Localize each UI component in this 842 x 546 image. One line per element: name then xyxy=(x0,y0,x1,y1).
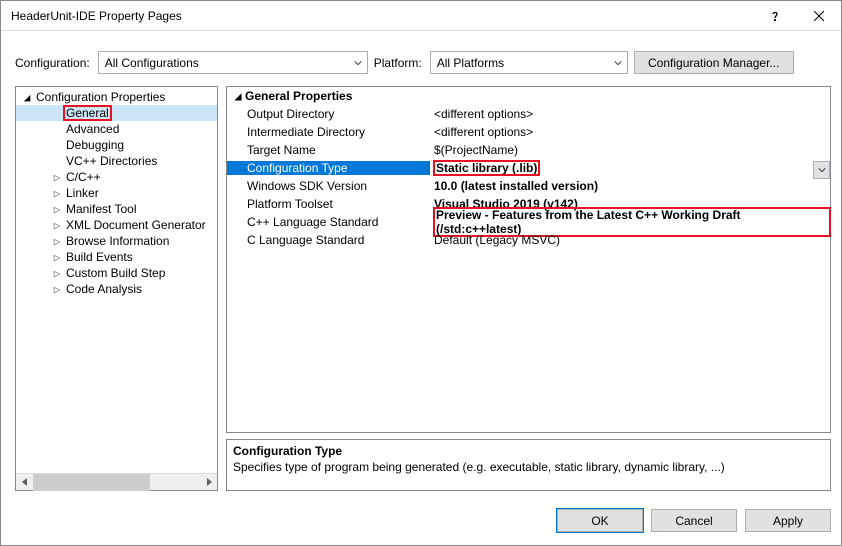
expand-icon[interactable]: ▷ xyxy=(50,251,64,264)
tree-panel: ◢ Configuration Properties General Advanc… xyxy=(15,86,218,491)
configuration-manager-button[interactable]: Configuration Manager... xyxy=(634,51,794,74)
ok-button[interactable]: OK xyxy=(557,509,643,532)
tree-item[interactable]: ▷Linker xyxy=(16,185,217,201)
property-row[interactable]: Configuration Type Static library (.lib) xyxy=(227,159,830,177)
expand-icon[interactable]: ▷ xyxy=(50,267,64,280)
config-combo-value: All Configurations xyxy=(105,56,349,70)
property-value-text: <different options> xyxy=(434,107,533,121)
property-value[interactable]: <different options> xyxy=(430,125,830,139)
chevron-down-icon xyxy=(609,52,627,73)
tree: ◢ Configuration Properties General Advanc… xyxy=(16,87,217,473)
chevron-down-icon xyxy=(349,52,367,73)
tree-item-label: XML Document Generator xyxy=(64,218,208,232)
apply-label: Apply xyxy=(773,514,803,528)
scroll-thumb[interactable] xyxy=(33,474,150,491)
description-body: Specifies type of program being generate… xyxy=(233,460,824,474)
grid-header-label: General Properties xyxy=(245,89,352,103)
property-name: Target Name xyxy=(227,143,430,157)
help-button[interactable] xyxy=(753,1,797,31)
tree-item-label: VC++ Directories xyxy=(64,154,159,168)
expand-icon[interactable]: ▷ xyxy=(50,203,64,216)
tree-item[interactable]: ▷Manifest Tool xyxy=(16,201,217,217)
property-value[interactable]: Static library (.lib) xyxy=(430,161,830,175)
tree-item[interactable]: VC++ Directories xyxy=(16,153,217,169)
property-row[interactable]: C Language Standard Default (Legacy MSVC) xyxy=(227,231,830,249)
cancel-label: Cancel xyxy=(675,514,712,528)
expand-icon[interactable]: ▷ xyxy=(50,171,64,184)
tree-item-label: Linker xyxy=(64,186,101,200)
property-row[interactable]: Target Name $(ProjectName) xyxy=(227,141,830,159)
property-row[interactable]: Intermediate Directory <different options… xyxy=(227,123,830,141)
expand-icon[interactable]: ▷ xyxy=(50,283,64,296)
titlebar: HeaderUnit-IDE Property Pages xyxy=(1,1,841,31)
tree-item[interactable]: Advanced xyxy=(16,121,217,137)
property-value-text: Default (Legacy MSVC) xyxy=(434,233,560,247)
tree-item[interactable]: ▷Code Analysis xyxy=(16,281,217,297)
expand-icon[interactable]: ▷ xyxy=(50,187,64,200)
tree-item[interactable]: ▷Custom Build Step xyxy=(16,265,217,281)
horizontal-scrollbar[interactable] xyxy=(16,473,217,490)
property-value[interactable]: Default (Legacy MSVC) xyxy=(430,233,830,247)
tree-item-label: Custom Build Step xyxy=(64,266,167,280)
tree-item[interactable]: Debugging xyxy=(16,137,217,153)
scroll-track[interactable] xyxy=(33,474,200,491)
collapse-icon[interactable]: ◢ xyxy=(20,91,34,104)
property-value-text: $(ProjectName) xyxy=(434,143,518,157)
grid-header[interactable]: ◢ General Properties xyxy=(227,87,830,105)
tree-item-label: Advanced xyxy=(64,122,121,136)
property-row[interactable]: Windows SDK Version 10.0 (latest installe… xyxy=(227,177,830,195)
tree-item-label: Code Analysis xyxy=(64,282,144,296)
tree-item[interactable]: ▷Browse Information xyxy=(16,233,217,249)
expand-icon[interactable]: ▷ xyxy=(50,219,64,232)
scroll-right-icon[interactable] xyxy=(200,474,217,491)
tree-root[interactable]: ◢ Configuration Properties xyxy=(16,89,217,105)
property-value-text: 10.0 (latest installed version) xyxy=(434,179,598,193)
property-value[interactable]: <different options> xyxy=(430,107,830,121)
tree-item-label: Debugging xyxy=(64,138,126,152)
tree-item[interactable]: General xyxy=(16,105,217,121)
scroll-left-icon[interactable] xyxy=(16,474,33,491)
property-name: Intermediate Directory xyxy=(227,125,430,139)
property-row[interactable]: C++ Language StandardPreview - Features … xyxy=(227,213,830,231)
close-button[interactable] xyxy=(797,1,841,31)
property-name: C Language Standard xyxy=(227,233,430,247)
platform-combo-value: All Platforms xyxy=(437,56,609,70)
tree-item-label: Build Events xyxy=(64,250,135,264)
tree-item-label: Browse Information xyxy=(64,234,171,248)
property-name: Configuration Type xyxy=(227,161,430,175)
footer: OK Cancel Apply xyxy=(1,499,841,544)
property-name: C++ Language Standard xyxy=(227,215,430,229)
right-column: ◢ General Properties Output Directory <di… xyxy=(226,86,831,491)
collapse-icon[interactable]: ◢ xyxy=(231,89,245,103)
config-label: Configuration: xyxy=(15,56,90,70)
tree-item[interactable]: ▷C/C++ xyxy=(16,169,217,185)
tree-root-label: Configuration Properties xyxy=(34,90,167,104)
tree-item-label: C/C++ xyxy=(64,170,103,184)
apply-button[interactable]: Apply xyxy=(745,509,831,532)
cancel-button[interactable]: Cancel xyxy=(651,509,737,532)
property-value[interactable]: 10.0 (latest installed version) xyxy=(430,179,830,193)
property-value-text: Static library (.lib) xyxy=(434,161,539,175)
property-row[interactable]: Output Directory <different options> xyxy=(227,105,830,123)
tree-item-label: Manifest Tool xyxy=(64,202,138,216)
platform-label: Platform: xyxy=(374,56,422,70)
property-name: Output Directory xyxy=(227,107,430,121)
tree-item[interactable]: ▷Build Events xyxy=(16,249,217,265)
property-name: Platform Toolset xyxy=(227,197,430,211)
property-value[interactable]: $(ProjectName) xyxy=(430,143,830,157)
ok-label: OK xyxy=(591,514,608,528)
description-panel: Configuration Type Specifies type of pro… xyxy=(226,439,831,491)
property-grid: ◢ General Properties Output Directory <di… xyxy=(226,86,831,433)
tree-item-label: General xyxy=(64,106,111,120)
tree-item[interactable]: ▷XML Document Generator xyxy=(16,217,217,233)
config-combo[interactable]: All Configurations xyxy=(98,51,368,74)
expand-icon[interactable]: ▷ xyxy=(50,235,64,248)
platform-combo[interactable]: All Platforms xyxy=(430,51,628,74)
configuration-manager-label: Configuration Manager... xyxy=(648,56,779,70)
description-title: Configuration Type xyxy=(233,444,824,458)
config-row: Configuration: All Configurations Platfo… xyxy=(1,31,841,86)
property-name: Windows SDK Version xyxy=(227,179,430,193)
property-value-text: <different options> xyxy=(434,125,533,139)
window-title: HeaderUnit-IDE Property Pages xyxy=(11,9,753,23)
